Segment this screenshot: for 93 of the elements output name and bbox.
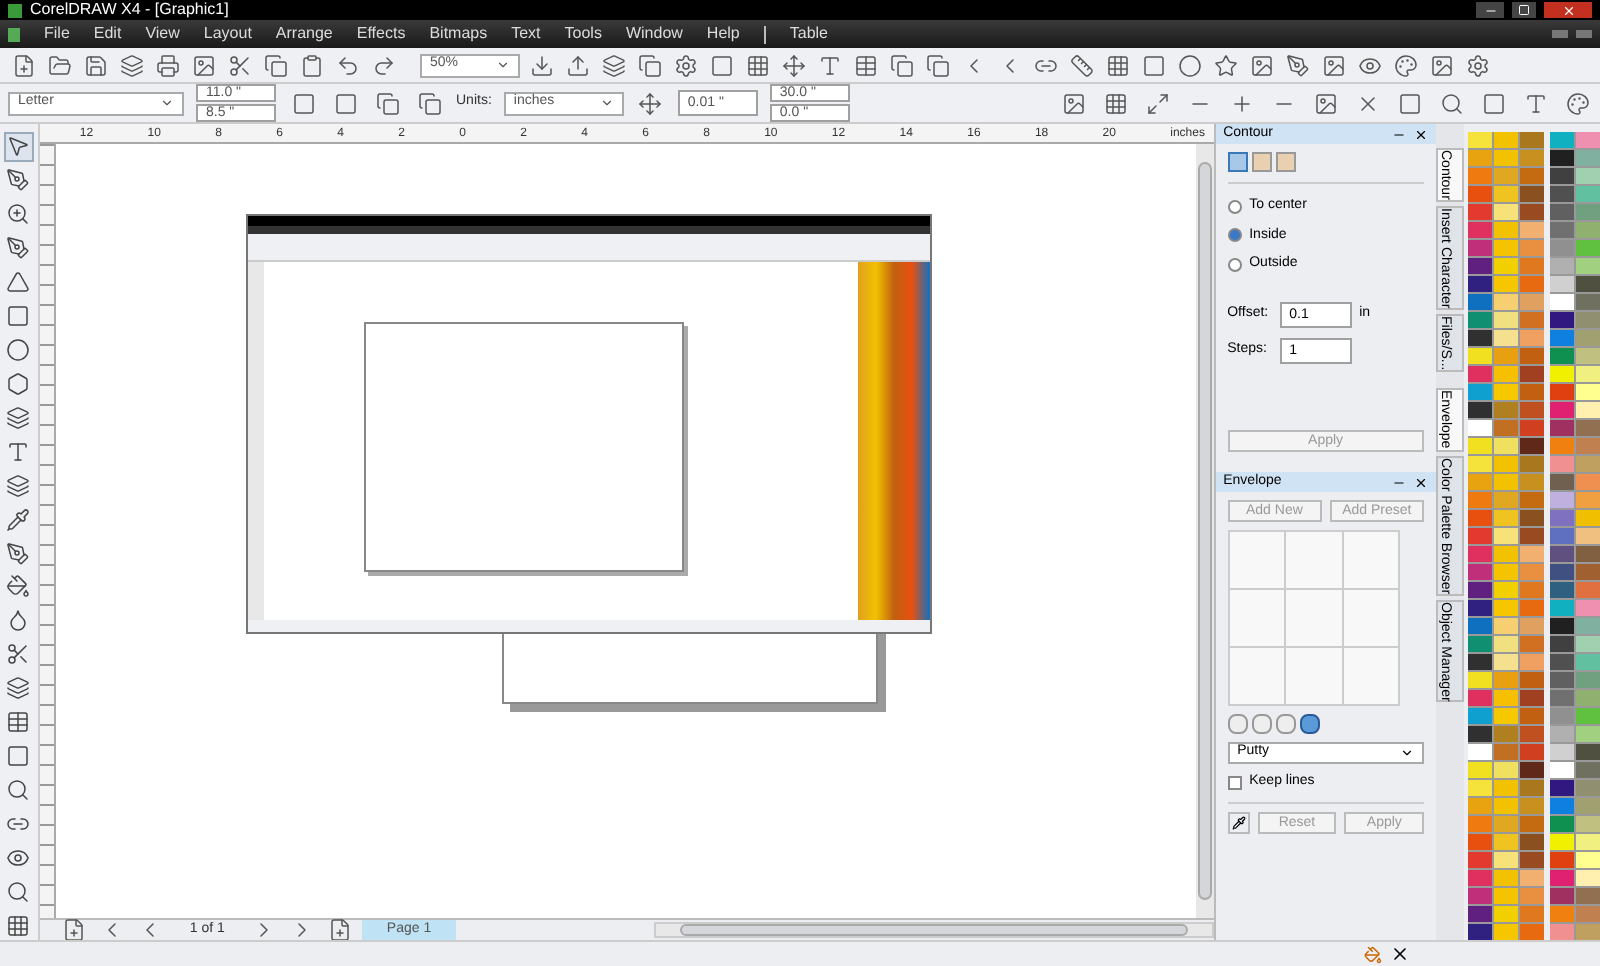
- menu-item[interactable]: Layout: [203, 22, 252, 46]
- horizontal-scrollbar[interactable]: [653, 922, 1214, 938]
- shapes-icon[interactable]: [3, 402, 34, 433]
- arrange-icon[interactable]: [598, 50, 628, 80]
- maximize-icon[interactable]: [1512, 2, 1536, 18]
- eyedropper-icon[interactable]: [3, 504, 34, 535]
- current-page-icon[interactable]: [414, 88, 444, 118]
- drawing-canvas[interactable]: [55, 144, 1196, 918]
- settings-icon[interactable]: [670, 50, 700, 80]
- fill-icon: [1364, 945, 1382, 963]
- color-palette[interactable]: [1468, 132, 1544, 940]
- import-icon[interactable]: [526, 50, 556, 80]
- menu-item[interactable]: View: [145, 22, 180, 46]
- group-icon[interactable]: [634, 50, 664, 80]
- radio-button[interactable]: [1227, 199, 1242, 214]
- frame-icon[interactable]: [1478, 88, 1508, 118]
- radio-button[interactable]: [1227, 257, 1242, 272]
- dropdown-caret-icon: [496, 58, 510, 72]
- menu-item[interactable]: Tools: [564, 22, 602, 46]
- close-icon[interactable]: [1414, 127, 1428, 141]
- palette-icon[interactable]: [1562, 88, 1592, 118]
- envelope-mode-button[interactable]: [1299, 714, 1320, 734]
- front-icon[interactable]: [886, 50, 916, 80]
- radio-button[interactable]: [1227, 228, 1242, 243]
- dropdown-caret-icon: [1400, 746, 1414, 760]
- polygon-icon[interactable]: [3, 368, 34, 399]
- no-outline-icon: [1390, 944, 1410, 964]
- app-icon: [8, 3, 22, 17]
- dropdown-caret-icon: [160, 96, 174, 110]
- copy-icon[interactable]: [260, 50, 290, 80]
- grid-icon[interactable]: [742, 50, 772, 80]
- move-icon[interactable]: [778, 50, 808, 80]
- menu-item[interactable]: Arrange: [275, 22, 333, 46]
- color-palette[interactable]: [1550, 132, 1600, 940]
- menu-item[interactable]: Table: [789, 22, 828, 46]
- landscape-icon[interactable]: [330, 88, 360, 118]
- shape-icon[interactable]: [3, 165, 34, 196]
- pointer-icon[interactable]: [3, 132, 34, 162]
- ellipse-icon[interactable]: [3, 335, 34, 365]
- menu-item[interactable]: Bitmaps: [429, 22, 488, 46]
- menu-item[interactable]: Text: [511, 22, 541, 46]
- contour-mode-button[interactable]: [1227, 152, 1248, 172]
- save-icon[interactable]: [80, 50, 110, 80]
- menu-item[interactable]: Window: [625, 22, 683, 46]
- outline-pen-icon[interactable]: [3, 538, 34, 568]
- print-icon[interactable]: [152, 50, 182, 80]
- star-icon[interactable]: [1210, 50, 1240, 80]
- pen-icon[interactable]: [1282, 50, 1312, 80]
- menu-item[interactable]: File: [44, 22, 70, 46]
- ruler-icon[interactable]: [1066, 50, 1096, 80]
- portrait-icon[interactable]: [288, 88, 318, 118]
- options-icon[interactable]: [1462, 50, 1492, 80]
- image-icon[interactable]: [1246, 50, 1276, 80]
- minimize-icon[interactable]: [1476, 2, 1504, 18]
- image-icon[interactable]: [188, 50, 218, 80]
- open-icon[interactable]: [44, 50, 74, 80]
- fill-icon[interactable]: [3, 571, 34, 602]
- table-icon[interactable]: [850, 50, 880, 80]
- cut-icon[interactable]: [224, 50, 254, 80]
- eyedropper-icon[interactable]: [1227, 811, 1250, 833]
- doc-window-buttons-icon[interactable]: [1552, 30, 1592, 38]
- pages-icon[interactable]: [372, 88, 402, 118]
- search-icon[interactable]: [3, 876, 34, 907]
- curve-icon[interactable]: [3, 233, 34, 264]
- rectangle-icon[interactable]: [3, 301, 34, 332]
- checkbox[interactable]: [1227, 775, 1242, 790]
- nudge-icon[interactable]: [635, 88, 666, 118]
- expand-icon[interactable]: [1142, 88, 1172, 118]
- frame-icon[interactable]: [706, 50, 736, 80]
- image-icon[interactable]: [1310, 88, 1340, 118]
- window-title: CorelDRAW X4 - [Graphic1]: [30, 0, 229, 20]
- menu-item[interactable]: Help: [706, 22, 740, 46]
- grid-icon[interactable]: [1100, 88, 1130, 118]
- search-icon[interactable]: [1436, 88, 1466, 118]
- back-icon[interactable]: [922, 50, 952, 80]
- frame-icon[interactable]: [3, 741, 34, 772]
- square-icon[interactable]: [1394, 88, 1424, 118]
- grid-icon[interactable]: [1102, 50, 1132, 80]
- menu-item[interactable]: Edit: [93, 22, 122, 46]
- table-icon[interactable]: [3, 707, 34, 738]
- grid-icon[interactable]: [3, 910, 34, 941]
- export-icon[interactable]: [562, 50, 592, 80]
- image-icon[interactable]: [1426, 50, 1456, 80]
- layers-icon[interactable]: [116, 50, 146, 80]
- zoom-icon[interactable]: [3, 199, 34, 230]
- zoom-icon[interactable]: [3, 775, 34, 805]
- square-icon[interactable]: [1138, 50, 1168, 80]
- close-icon[interactable]: [1414, 475, 1428, 489]
- dropdown-caret-icon: [599, 96, 614, 110]
- circle-icon[interactable]: [1174, 50, 1204, 80]
- image-icon[interactable]: [1318, 50, 1348, 80]
- palette-icon[interactable]: [1390, 50, 1420, 80]
- menu-item[interactable]: Effects: [356, 22, 406, 46]
